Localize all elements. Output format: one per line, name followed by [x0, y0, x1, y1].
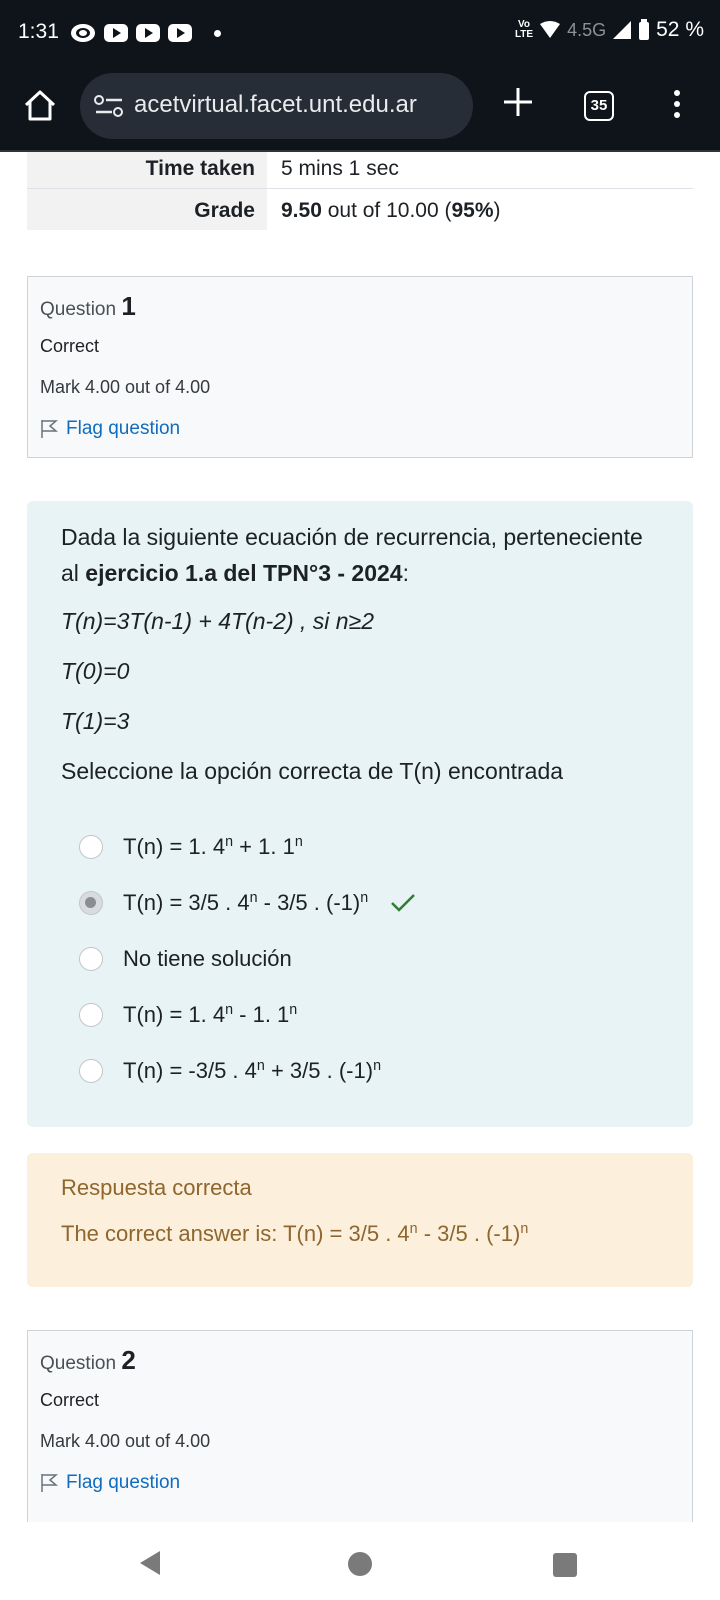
flag-icon[interactable] — [40, 419, 58, 439]
radio-button[interactable] — [79, 947, 103, 971]
question-state: Correct — [40, 1390, 100, 1410]
network-type: 4.5G — [567, 19, 607, 40]
flag-icon[interactable] — [40, 1473, 58, 1493]
option-label[interactable]: T(n) = -3/5 . 4n + 3/5 . (-1)n — [123, 1058, 381, 1084]
question-state: Correct — [40, 336, 100, 356]
question-intro: Dada la siguiente ecuación de recurrenci… — [61, 524, 643, 586]
question-prompt: Seleccione la opción correcta de T(n) en… — [61, 758, 564, 784]
signal-icon — [613, 21, 632, 39]
feedback-box: Respuesta correcta The correct answer is… — [27, 1153, 693, 1287]
feedback-status: Respuesta correcta — [61, 1175, 252, 1200]
radio-button[interactable] — [79, 1003, 103, 1027]
answer-option-1[interactable]: T(n) = 1. 4n + 1. 1n — [61, 819, 659, 875]
more-vert-icon[interactable] — [672, 90, 682, 124]
answer-options: T(n) = 1. 4n + 1. 1n T(n) = 3/5 . 4n - 3… — [61, 819, 659, 1099]
youtube-icon — [136, 24, 160, 42]
flag-question-link[interactable]: Flag question — [40, 1472, 680, 1494]
check-icon — [391, 894, 416, 912]
system-nav-bar — [0, 1522, 720, 1600]
option-label[interactable]: T(n) = 1. 4n - 1. 1n — [123, 1002, 297, 1028]
recurrence-equation: T(n)=3T(n-1) + 4T(n-2) , si n≥2 — [61, 608, 374, 634]
nav-home-icon[interactable] — [348, 1552, 372, 1576]
correct-answer-text: The correct answer is: T(n) = 3/5 . 4n -… — [61, 1221, 529, 1246]
battery-level: 52 % — [656, 18, 704, 41]
nav-recent-icon[interactable] — [553, 1553, 577, 1577]
plus-icon[interactable] — [500, 84, 536, 120]
option-label[interactable]: T(n) = 1. 4n + 1. 1n — [123, 834, 303, 860]
question-text-1: Dada la siguiente ecuación de recurrenci… — [27, 501, 693, 1127]
option-label[interactable]: T(n) = 3/5 . 4n - 3/5 . (-1)n — [123, 890, 368, 916]
browser-toolbar: acetvirtual.facet.unt.edu.ar 35 — [0, 68, 720, 152]
home-icon[interactable] — [22, 88, 58, 124]
page-content: AM Time taken 5 mins 1 sec Grade 9.50 ou… — [0, 152, 720, 1522]
question-number: Question 2 — [40, 1345, 136, 1375]
status-time: 1:31 — [18, 20, 59, 43]
youtube-icon — [104, 24, 128, 42]
address-bar[interactable]: acetvirtual.facet.unt.edu.ar — [80, 73, 473, 139]
base-case-0: T(0)=0 — [61, 658, 130, 684]
tabs-icon[interactable]: 35 — [584, 91, 614, 121]
answer-option-5[interactable]: T(n) = -3/5 . 4n + 3/5 . (-1)n — [61, 1043, 659, 1099]
summary-value: 5 mins 1 sec — [281, 157, 399, 180]
question-mark: Mark 4.00 out of 4.00 — [40, 1431, 211, 1451]
question-info-1: Question 1 Correct Mark 4.00 out of 4.00… — [27, 276, 693, 458]
grade-value: 9.50 out of 10.00 (95%) — [281, 199, 501, 222]
option-label[interactable]: No tiene solución — [123, 946, 292, 972]
question-number: Question 1 — [40, 291, 136, 321]
summary-label: Time taken — [27, 152, 267, 188]
volte-icon: Vo LTE — [514, 19, 534, 40]
summary-row-time-taken: Time taken 5 mins 1 sec — [27, 152, 693, 188]
flag-question-link[interactable]: Flag question — [40, 418, 680, 440]
base-case-1: T(1)=3 — [61, 708, 130, 734]
youtube-icon — [168, 24, 192, 42]
system-icons: Vo LTE 4.5G 52 % — [515, 18, 704, 42]
whatsapp-icon — [71, 24, 95, 42]
wifi-icon — [540, 21, 561, 38]
radio-button[interactable] — [79, 835, 103, 859]
radio-button[interactable] — [79, 1059, 103, 1083]
answer-option-3[interactable]: No tiene solución — [61, 931, 659, 987]
tune-icon[interactable] — [94, 95, 124, 117]
summary-row-grade: Grade 9.50 out of 10.00 (95%) — [27, 188, 693, 230]
status-bar: 1:31 Vo LTE 4.5G 52 % — [0, 0, 720, 68]
question-mark: Mark 4.00 out of 4.00 — [40, 377, 211, 397]
question-info-2: Question 2 Correct Mark 4.00 out of 4.00… — [27, 1330, 693, 1522]
battery-icon — [639, 19, 650, 40]
notification-icons — [70, 22, 221, 44]
answer-option-4[interactable]: T(n) = 1. 4n - 1. 1n — [61, 987, 659, 1043]
summary-label: Grade — [27, 189, 267, 230]
answer-option-2[interactable]: T(n) = 3/5 . 4n - 3/5 . (-1)n — [61, 875, 659, 931]
attempt-summary-table: AM Time taken 5 mins 1 sec Grade 9.50 ou… — [27, 152, 693, 230]
url-text[interactable]: acetvirtual.facet.unt.edu.ar — [134, 91, 417, 119]
more-notifications-icon — [214, 29, 221, 37]
radio-button-selected[interactable] — [79, 891, 103, 915]
nav-back-icon[interactable] — [138, 1550, 162, 1576]
